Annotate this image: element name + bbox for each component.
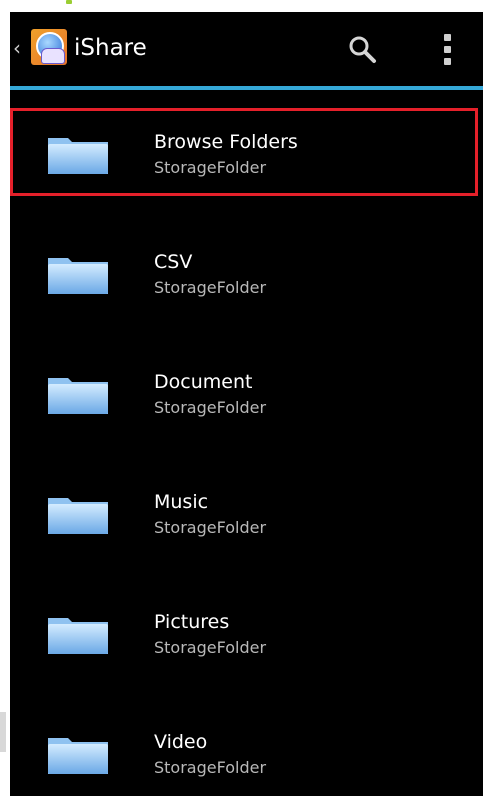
folder-icon	[48, 258, 108, 294]
list-item-browse-folders[interactable]: Browse Folders StorageFolder	[10, 108, 478, 196]
item-type: StorageFolder	[154, 638, 267, 657]
list-item-pictures[interactable]: Pictures StorageFolder	[10, 588, 483, 708]
back-chevron-icon[interactable]: ‹	[13, 38, 21, 58]
hand-icon	[41, 48, 65, 64]
item-name: Video	[154, 731, 208, 753]
folder-icon	[48, 138, 108, 174]
list-item-csv[interactable]: CSV StorageFolder	[10, 228, 483, 348]
search-icon[interactable]	[347, 34, 377, 64]
app-screen: ‹ iShare Browse Folders StorageFolder CS…	[10, 12, 483, 796]
edge-scroll-indicator	[0, 712, 6, 752]
list-item-music[interactable]: Music StorageFolder	[10, 468, 483, 588]
action-bar-divider	[10, 86, 483, 90]
action-bar: ‹ iShare	[10, 12, 483, 86]
item-type: StorageFolder	[154, 398, 267, 417]
item-type: StorageFolder	[154, 158, 267, 177]
status-strip	[0, 0, 483, 12]
folder-list: Browse Folders StorageFolder CSV Storage…	[10, 108, 483, 796]
list-item-video[interactable]: Video StorageFolder	[10, 708, 483, 796]
item-name: Browse Folders	[154, 131, 298, 153]
item-name: Document	[154, 371, 253, 393]
app-logo-icon[interactable]	[31, 29, 67, 65]
item-type: StorageFolder	[154, 518, 267, 537]
item-name: Music	[154, 491, 209, 513]
overflow-menu-icon[interactable]	[443, 34, 453, 66]
item-name: Pictures	[154, 611, 230, 633]
list-item-document[interactable]: Document StorageFolder	[10, 348, 483, 468]
folder-icon	[48, 738, 108, 774]
app-title: iShare	[74, 35, 147, 61]
status-indicator-icon	[66, 0, 72, 4]
folder-icon	[48, 618, 108, 654]
item-type: StorageFolder	[154, 758, 267, 777]
folder-icon	[48, 498, 108, 534]
item-type: StorageFolder	[154, 278, 267, 297]
item-name: CSV	[154, 251, 193, 273]
folder-icon	[48, 378, 108, 414]
